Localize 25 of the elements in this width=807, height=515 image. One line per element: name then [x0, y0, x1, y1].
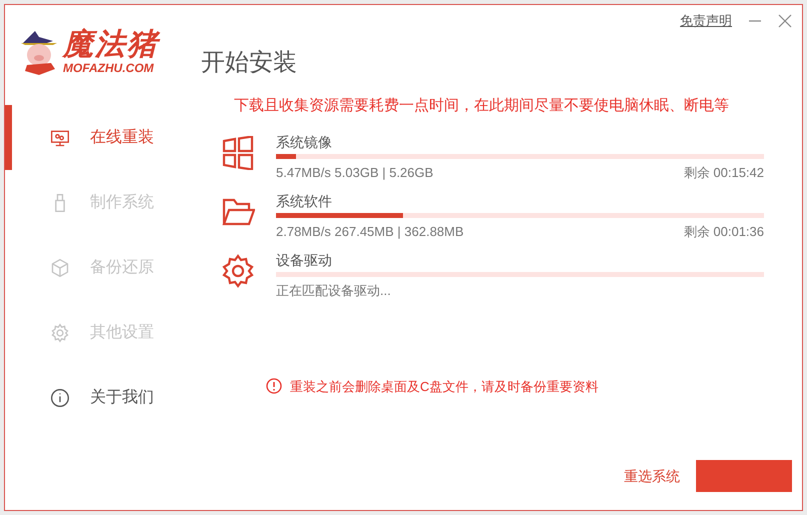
- download-status: 5.47MB/s 5.03GB | 5.26GB: [276, 164, 434, 182]
- cube-icon: [50, 258, 70, 278]
- page-title: 开始安装: [201, 48, 297, 78]
- download-name: 系统软件: [276, 192, 333, 210]
- logo-name: 魔法猪: [63, 30, 159, 60]
- sidebar-item[interactable]: 关于我们: [5, 365, 200, 430]
- info-icon: [50, 388, 70, 408]
- windows-icon: [221, 136, 255, 170]
- warning-text: 重装之前会删除桌面及C盘文件，请及时备份重要资料: [290, 378, 598, 396]
- reselect-system-link[interactable]: 重选系统: [624, 466, 680, 486]
- logo-domain: MOFAZHU.COM: [63, 62, 155, 74]
- gear-icon: [221, 254, 255, 288]
- download-status: 2.78MB/s 267.45MB | 362.88MB: [276, 222, 464, 241]
- close-icon[interactable]: [778, 14, 792, 28]
- sidebar-item[interactable]: 在线重装: [5, 105, 200, 170]
- warning-icon: [266, 378, 282, 394]
- download-status: 正在匹配设备驱动...: [276, 282, 391, 300]
- download-name: 设备驱动: [276, 250, 333, 270]
- time-remaining: 剩余 00:01:36: [684, 222, 764, 240]
- gear-icon: [50, 322, 70, 342]
- monitor-icon: [50, 128, 70, 148]
- notice-text: 下载且收集资源需要耗费一点时间，在此期间尽量不要使电脑休眠、断电等: [233, 96, 730, 116]
- disclaimer-link[interactable]: 免责声明: [680, 11, 732, 30]
- time-remaining: 剩余 00:15:42: [684, 164, 764, 182]
- download-name: 系统镜像: [276, 132, 333, 152]
